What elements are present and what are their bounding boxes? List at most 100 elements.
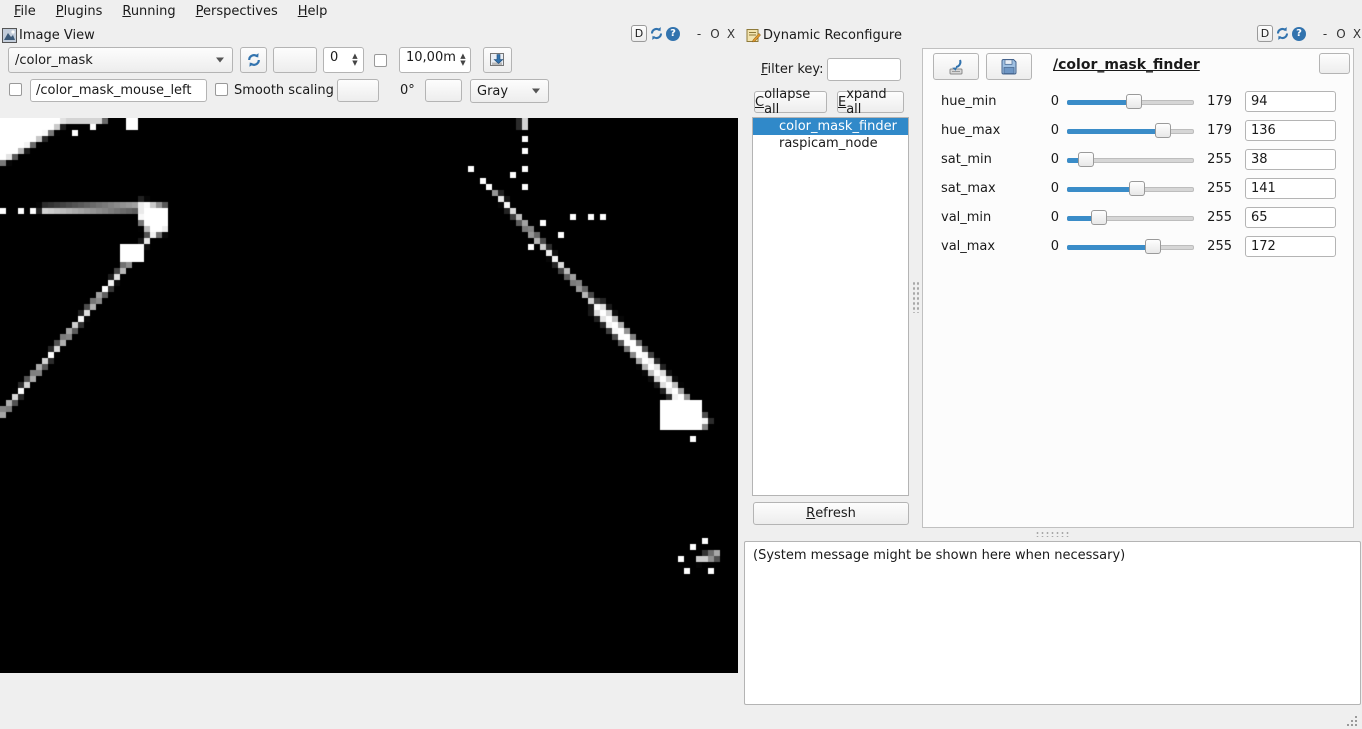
zoom-spinbox[interactable]: 0 ▲▼ — [323, 47, 364, 73]
max-range-spinbox[interactable]: 10,00m ▲▼ — [399, 47, 471, 73]
color-scheme-combobox[interactable]: Gray — [470, 79, 549, 103]
refresh-topics-button[interactable] — [240, 47, 267, 73]
blank-toolbar-button-3[interactable] — [425, 79, 462, 102]
zoom-spinbox-value: 0 — [324, 48, 347, 72]
dynamic-reconfigure-title: Dynamic Reconfigure — [763, 28, 902, 43]
param-value-input[interactable] — [1245, 91, 1336, 112]
param-max-label: 255 — [1202, 152, 1232, 167]
node-list-item-raspicam_node[interactable]: raspicam_node — [753, 135, 908, 152]
slider-fill — [1067, 245, 1153, 250]
save-image-icon — [489, 52, 506, 68]
blank-panel-button[interactable] — [1319, 53, 1350, 74]
help-plugin-icon[interactable]: ? — [666, 27, 680, 41]
param-min-label: 0 — [1039, 181, 1059, 196]
param-slider[interactable] — [1067, 151, 1194, 169]
parameters-panel: /color_mask_finder hue_min0179hue_max017… — [922, 48, 1354, 528]
parameter-rows: hue_min0179hue_max0179sat_min0255sat_max… — [923, 87, 1353, 261]
minimize-button[interactable]: - — [1318, 27, 1332, 41]
save-settings-button[interactable] — [986, 53, 1032, 80]
load-settings-button[interactable] — [933, 53, 979, 80]
close-button[interactable]: X — [1350, 27, 1362, 41]
param-row-sat_max: sat_max0 255 — [923, 174, 1353, 203]
param-max-label: 179 — [1202, 123, 1232, 138]
blank-toolbar-button[interactable] — [273, 47, 317, 73]
close-button[interactable]: X — [724, 27, 738, 41]
menu-item-file[interactable]: File — [4, 2, 46, 21]
image-view-titlebar-buttons: D ? - O X — [631, 25, 738, 42]
param-slider[interactable] — [1067, 122, 1194, 140]
param-slider[interactable] — [1067, 238, 1194, 256]
param-value-input[interactable] — [1245, 120, 1336, 141]
filter-key-input[interactable] — [827, 58, 901, 81]
param-row-val_max: val_max0255 — [923, 232, 1353, 261]
maximize-button[interactable]: O — [1334, 27, 1348, 41]
slider-handle[interactable] — [1078, 152, 1094, 167]
spinner-arrows-icon[interactable]: ▲▼ — [456, 48, 470, 72]
param-max-label: 255 — [1202, 181, 1232, 196]
maximize-button[interactable]: O — [708, 27, 722, 41]
node-list-item-color_mask_finder[interactable]: color_mask_finder — [753, 118, 908, 135]
node-title: /color_mask_finder — [1053, 57, 1200, 73]
param-max-label: 179 — [1202, 94, 1232, 109]
dynamic-reconfigure-titlebar-buttons: D ? - O X — [1257, 25, 1362, 42]
param-max-label: 255 — [1202, 210, 1232, 225]
param-name: hue_max — [923, 123, 1039, 138]
vertical-splitter-handle[interactable] — [912, 281, 919, 313]
topic-combobox-value: /color_mask — [15, 53, 93, 68]
blank-toolbar-button-2[interactable] — [337, 79, 379, 102]
dynamic-reconfigure-icon — [746, 28, 761, 43]
param-value-input[interactable] — [1245, 207, 1336, 228]
menu-bar: FilePluginsRunningPerspectivesHelp — [0, 0, 1362, 22]
slider-fill — [1067, 129, 1163, 134]
menu-item-help[interactable]: Help — [288, 2, 338, 21]
param-name: sat_max — [923, 181, 1039, 196]
param-value-input[interactable] — [1245, 236, 1336, 257]
save-settings-icon — [1000, 58, 1018, 76]
param-min-label: 0 — [1039, 152, 1059, 167]
resize-grip[interactable] — [1345, 714, 1358, 727]
slider-handle[interactable] — [1145, 239, 1161, 254]
load-settings-icon — [946, 58, 966, 76]
slider-handle[interactable] — [1155, 123, 1171, 138]
refresh-nodes-button[interactable]: Refresh — [753, 502, 909, 525]
reload-plugin-icon[interactable] — [649, 26, 664, 41]
dynamic-range-checkbox[interactable] — [374, 54, 387, 67]
param-slider[interactable] — [1067, 180, 1194, 198]
mouse-topic-input[interactable] — [30, 79, 207, 102]
menu-item-running[interactable]: Running — [112, 2, 185, 21]
param-name: hue_min — [923, 94, 1039, 109]
reload-plugin-icon[interactable] — [1275, 26, 1290, 41]
image-view-canvas — [0, 118, 738, 673]
rotation-label: 0° — [400, 83, 415, 98]
collapse-all-button[interactable]: Collapse all — [754, 91, 827, 113]
menu-item-plugins[interactable]: Plugins — [46, 2, 113, 21]
slider-handle[interactable] — [1126, 94, 1142, 109]
spinner-arrows-icon[interactable]: ▲▼ — [347, 48, 363, 72]
smooth-scaling-checkbox[interactable] — [215, 83, 228, 96]
refresh-topics-icon — [246, 52, 262, 68]
menu-item-perspectives[interactable]: Perspectives — [186, 2, 288, 21]
filter-key-label: Filter key: — [761, 62, 824, 77]
help-plugin-icon[interactable]: ? — [1292, 27, 1306, 41]
param-name: val_max — [923, 239, 1039, 254]
chevron-down-icon — [532, 89, 540, 94]
topic-combobox[interactable]: /color_mask — [8, 47, 233, 73]
node-tree: color_mask_finderraspicam_node — [752, 117, 909, 496]
dock-button[interactable]: D — [631, 25, 647, 42]
slider-handle[interactable] — [1129, 181, 1145, 196]
param-slider[interactable] — [1067, 209, 1194, 227]
dock-button[interactable]: D — [1257, 25, 1273, 42]
param-slider[interactable] — [1067, 93, 1194, 111]
image-view-icon — [2, 28, 17, 43]
slider-handle[interactable] — [1091, 210, 1107, 225]
horizontal-splitter-handle[interactable] — [1035, 531, 1071, 537]
param-min-label: 0 — [1039, 123, 1059, 138]
param-value-input[interactable] — [1245, 149, 1336, 170]
publish-mouse-checkbox[interactable] — [9, 83, 22, 96]
param-value-input[interactable] — [1245, 178, 1336, 199]
system-message-text: (System message might be shown here when… — [753, 548, 1125, 563]
param-name: val_min — [923, 210, 1039, 225]
minimize-button[interactable]: - — [692, 27, 706, 41]
save-image-button[interactable] — [483, 47, 512, 73]
expand-all-button[interactable]: Expand all — [837, 91, 904, 113]
